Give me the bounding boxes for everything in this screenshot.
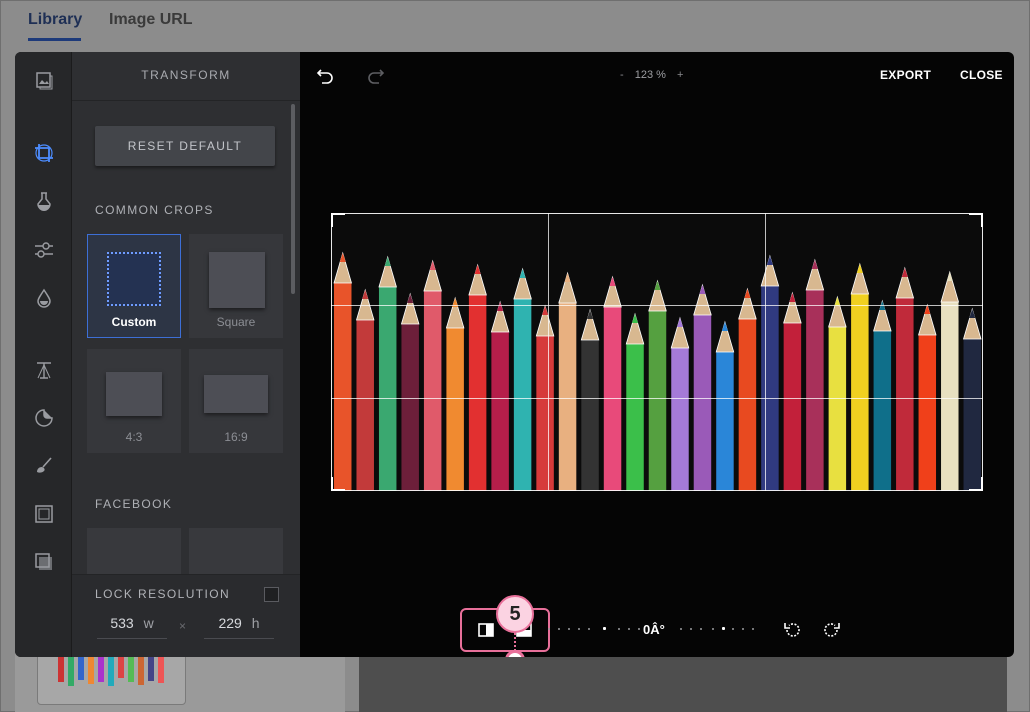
ruler-tick [628, 628, 630, 630]
tab-library[interactable]: Library [28, 11, 82, 29]
ruler-tick [722, 627, 725, 630]
tab-image-url[interactable]: Image URL [109, 11, 193, 29]
gallery-icon[interactable] [15, 62, 72, 98]
panel-divider [72, 100, 300, 101]
crop-frame [331, 213, 983, 491]
crop-option-label: 16:9 [224, 430, 248, 444]
reset-default-button[interactable]: RESET DEFAULT [95, 126, 275, 166]
crop-option-label: Custom [111, 315, 157, 329]
text-icon[interactable] [15, 352, 72, 388]
tool-rail [15, 52, 72, 657]
crop-canvas-image[interactable] [331, 213, 983, 491]
ruler-tick [603, 627, 606, 630]
ruler-tick [638, 628, 640, 630]
height-value: 229 [218, 615, 242, 631]
common-crops-heading: COMMON CROPS [95, 203, 214, 217]
crop-option-custom[interactable]: Custom [87, 234, 181, 338]
crop-option-label: Square [216, 315, 256, 329]
frame-icon[interactable] [15, 496, 72, 532]
ruler-tick [568, 628, 570, 630]
flip-horizontal-icon[interactable] [476, 620, 496, 640]
height-field[interactable]: 229 h [204, 615, 274, 639]
overlay-icon[interactable] [15, 544, 72, 580]
callout-connector [514, 633, 516, 651]
ruler-tick [742, 628, 744, 630]
crop-handle-bottom-left[interactable] [331, 477, 345, 491]
crop-handle-bottom-right[interactable] [969, 477, 983, 491]
crop-handle-top-left[interactable] [331, 213, 345, 227]
sticker-icon[interactable] [15, 400, 72, 436]
crop-option-4-3[interactable]: 4:3 [87, 349, 181, 453]
crop-option-16-9[interactable]: 16:9 [189, 349, 283, 453]
times-sign: × [179, 619, 187, 633]
active-tab-indicator [28, 38, 81, 41]
ruler-tick [680, 628, 682, 630]
ruler-tick [578, 628, 580, 630]
callout-badge: 5 [496, 595, 534, 633]
4-3-crop-preview [106, 372, 162, 416]
pencils-thumbnail-image [58, 652, 164, 686]
ruler-tick [752, 628, 754, 630]
crop-icon[interactable] [15, 135, 72, 171]
facebook-crop-option[interactable] [87, 528, 181, 578]
zoom-control: - 123 % + [620, 69, 683, 81]
ruler-tick [732, 628, 734, 630]
export-button[interactable]: EXPORT [880, 68, 931, 82]
crop-option-label: 4:3 [125, 430, 143, 444]
ruler-tick [618, 628, 620, 630]
adjust-sliders-icon[interactable] [15, 232, 72, 268]
facebook-crop-option[interactable] [189, 528, 283, 578]
height-unit: h [251, 615, 260, 631]
preview-column [359, 651, 1007, 712]
width-value: 533 [110, 615, 134, 631]
custom-crop-preview [107, 252, 161, 306]
zoom-in-button[interactable]: + [677, 69, 683, 81]
ruler-tick [700, 628, 702, 630]
rotate-right-icon[interactable] [822, 620, 842, 640]
ruler-tick [558, 628, 560, 630]
close-button[interactable]: CLOSE [960, 68, 1003, 82]
square-crop-preview [209, 252, 265, 308]
width-field[interactable]: 533 w [97, 615, 167, 639]
drop-icon[interactable] [15, 280, 72, 316]
image-editor-modal: TRANSFORM RESET DEFAULT COMMON CROPS Cus… [15, 52, 1014, 657]
ruler-tick [712, 628, 714, 630]
library-thumbnail[interactable] [37, 651, 186, 705]
ruler-tick [690, 628, 692, 630]
crop-option-square[interactable]: Square [189, 234, 283, 338]
zoom-out-button[interactable]: - [620, 69, 624, 81]
facebook-heading: FACEBOOK [95, 497, 173, 511]
width-unit: w [143, 615, 154, 631]
filter-icon[interactable] [15, 183, 72, 219]
crop-handle-top-right[interactable] [969, 213, 983, 227]
source-tabs: Library Image URL [1, 1, 1030, 45]
ruler-tick [548, 628, 550, 630]
redo-icon[interactable] [365, 66, 385, 86]
16-9-crop-preview [204, 375, 268, 413]
panel-title: TRANSFORM [141, 68, 231, 82]
zoom-value: 123 % [634, 69, 666, 81]
rotation-angle: 0Â° [643, 622, 665, 637]
lock-resolution-label: LOCK RESOLUTION [95, 587, 231, 601]
rotate-left-icon[interactable] [782, 620, 802, 640]
lock-resolution-checkbox[interactable] [264, 587, 279, 602]
transform-panel: TRANSFORM RESET DEFAULT COMMON CROPS Cus… [72, 52, 300, 657]
ruler-tick [588, 628, 590, 630]
lock-resolution-section: LOCK RESOLUTION 533 w × 229 h [72, 574, 300, 657]
panel-scrollbar[interactable] [291, 104, 295, 294]
brush-icon[interactable] [15, 448, 72, 484]
undo-icon[interactable] [316, 66, 336, 86]
